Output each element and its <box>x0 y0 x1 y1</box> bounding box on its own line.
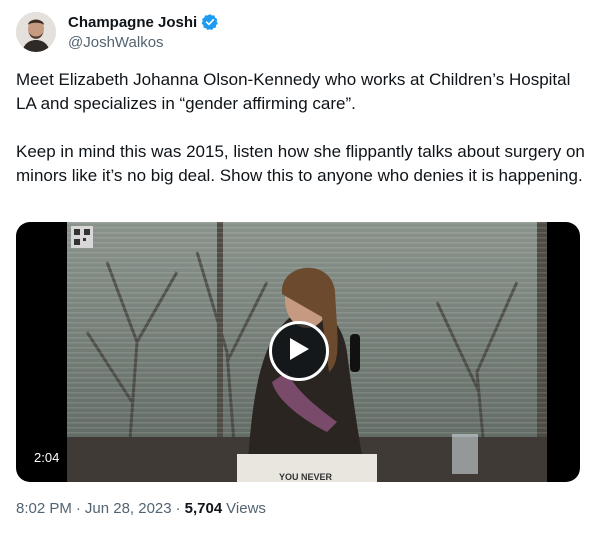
verified-badge-icon <box>201 13 219 31</box>
tweet-time[interactable]: 8:02 PM <box>16 500 72 517</box>
meta-separator: · <box>75 500 81 517</box>
meta-separator: · <box>175 500 181 517</box>
author-display-name[interactable]: Champagne Joshi <box>68 14 197 31</box>
views-label: Views <box>226 500 266 517</box>
tweet-paragraph: Keep in mind this was 2015, listen how s… <box>16 142 585 185</box>
tweet: Champagne Joshi @JoshWalkos Meet Elizabe… <box>0 0 611 536</box>
video-duration: 2:04 <box>28 448 66 467</box>
sign-text: YOU NEVER <box>279 472 333 482</box>
tweet-meta: 8:02 PM · Jun 28, 2023 · 5,704 Views <box>16 500 266 517</box>
tweet-paragraph: Meet Elizabeth Johanna Olson-Kennedy who… <box>16 70 571 113</box>
views-count[interactable]: 5,704 <box>185 500 223 517</box>
author-handle[interactable]: @JoshWalkos <box>68 34 164 51</box>
play-icon <box>288 337 310 366</box>
author-name-row[interactable]: Champagne Joshi <box>68 13 219 31</box>
play-button[interactable] <box>269 321 329 381</box>
video-player[interactable]: YOU NEVER 2:04 <box>16 222 580 482</box>
tweet-text: Meet Elizabeth Johanna Olson-Kennedy who… <box>16 68 591 188</box>
tweet-date[interactable]: Jun 28, 2023 <box>85 500 172 517</box>
avatar[interactable] <box>16 12 56 52</box>
